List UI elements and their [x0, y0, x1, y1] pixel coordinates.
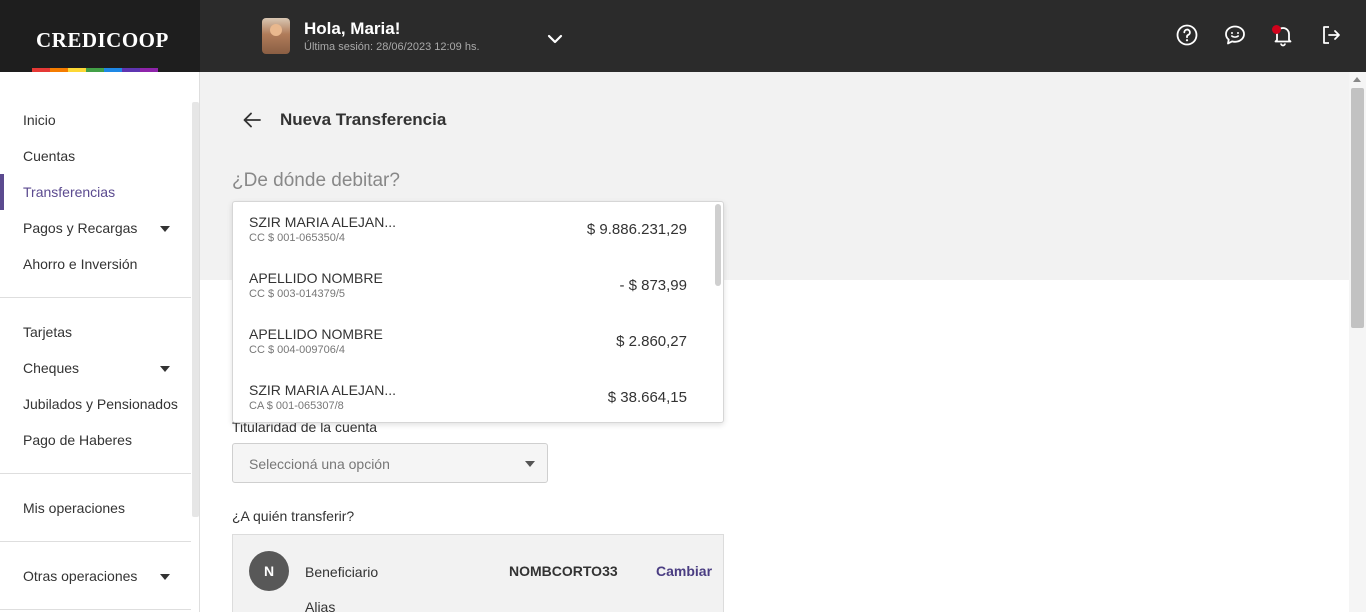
sidebar-scrollbar[interactable]	[192, 102, 199, 517]
last-session-text: Última sesión: 28/06/2023 12:09 hs.	[304, 41, 480, 53]
sidebar-divider	[0, 473, 191, 474]
chat-icon[interactable]	[1223, 23, 1247, 47]
account-option[interactable]: SZIR MARIA ALEJAN... CC $ 001-065350/4 $…	[233, 202, 713, 258]
sidebar-divider	[0, 609, 191, 610]
account-balance: - $ 873,99	[619, 277, 687, 294]
alias-label: Alias	[305, 599, 336, 612]
debit-question: ¿De dónde debitar?	[232, 170, 400, 191]
sidebar-item-ahorro-inversion[interactable]: Ahorro e Inversión	[23, 256, 137, 272]
page-title: Nueva Transferencia	[280, 110, 447, 129]
account-balance: $ 2.860,27	[616, 333, 687, 350]
sidebar-item-pagos-recargas[interactable]: Pagos y Recargas	[23, 220, 137, 236]
page-scrollbar-thumb[interactable]	[1351, 88, 1364, 328]
account-holder: SZIR MARIA ALEJAN...	[249, 382, 397, 398]
beneficiary-avatar: N	[249, 551, 289, 591]
user-greeting: Hola, Maria!	[304, 19, 401, 38]
sidebar-divider	[0, 297, 191, 298]
sidebar-item-tarjetas[interactable]: Tarjetas	[23, 324, 72, 340]
caret-down-icon[interactable]	[160, 226, 170, 232]
sidebar-item-inicio[interactable]: Inicio	[23, 112, 56, 128]
caret-down-icon	[525, 461, 535, 467]
account-holder: APELLIDO NOMBRE	[249, 326, 383, 342]
sidebar-item-jubilados[interactable]: Jubilados y Pensionados	[23, 396, 178, 412]
caret-down-icon[interactable]	[160, 574, 170, 580]
account-holder: SZIR MARIA ALEJAN...	[249, 214, 397, 230]
change-beneficiary-link[interactable]: Cambiar	[656, 563, 712, 579]
account-option[interactable]: APELLIDO NOMBRE CC $ 004-009706/4 $ 2.86…	[233, 314, 713, 370]
active-indicator	[0, 174, 4, 210]
help-icon[interactable]	[1175, 23, 1199, 47]
account-option[interactable]: SZIR MARIA ALEJAN... CA $ 001-065307/8 $…	[233, 370, 713, 422]
dropdown-scrollbar[interactable]	[715, 204, 721, 286]
account-holder: APELLIDO NOMBRE	[249, 270, 383, 286]
sidebar-item-otras-operaciones[interactable]: Otras operaciones	[23, 568, 137, 584]
sidebar: Inicio Cuentas Transferencias Pagos y Re…	[0, 72, 200, 612]
recipient-question: ¿A quién transferir?	[232, 508, 355, 524]
account-dropdown[interactable]: SZIR MARIA ALEJAN... CC $ 001-065350/4 $…	[232, 201, 724, 423]
user-avatar[interactable]	[262, 18, 290, 54]
brand-logo[interactable]: CREDICOOP	[0, 0, 200, 72]
account-balance: $ 38.664,15	[607, 389, 687, 406]
sidebar-item-cuentas[interactable]: Cuentas	[23, 148, 75, 164]
beneficiary-label: Beneficiario	[305, 564, 379, 580]
beneficiary-card: N Beneficiario NOMBCORTO33 Cambiar Alias	[232, 534, 724, 612]
sidebar-item-cheques[interactable]: Cheques	[23, 360, 79, 376]
sidebar-item-pago-haberes[interactable]: Pago de Haberes	[23, 432, 132, 448]
brand-name: CREDICOOP	[36, 28, 169, 52]
back-arrow-icon[interactable]	[241, 110, 263, 130]
notification-dot	[1272, 25, 1281, 34]
account-number: CC $ 004-009706/4	[249, 344, 346, 356]
caret-down-icon[interactable]	[160, 366, 170, 372]
titularidad-select[interactable]: Seleccioná una opción	[232, 443, 548, 483]
account-number: CA $ 001-065307/8	[249, 400, 344, 412]
sidebar-item-transferencias[interactable]: Transferencias	[23, 184, 115, 200]
account-number: CC $ 001-065350/4	[249, 232, 346, 244]
sidebar-divider	[0, 541, 191, 542]
account-balance: $ 9.886.231,29	[586, 221, 687, 238]
sidebar-item-mis-operaciones[interactable]: Mis operaciones	[23, 500, 125, 516]
scroll-up-arrow-icon[interactable]	[1353, 77, 1361, 82]
top-header: CREDICOOP Hola, Maria! Última sesión: 28…	[0, 0, 1366, 72]
account-number: CC $ 003-014379/5	[249, 288, 346, 300]
logout-icon[interactable]	[1319, 23, 1343, 47]
select-placeholder: Seleccioná una opción	[249, 456, 390, 472]
chevron-down-icon[interactable]	[546, 33, 564, 45]
account-option[interactable]: APELLIDO NOMBRE CC $ 003-014379/5 - $ 87…	[233, 258, 713, 314]
beneficiary-name: NOMBCORTO33	[509, 563, 618, 579]
